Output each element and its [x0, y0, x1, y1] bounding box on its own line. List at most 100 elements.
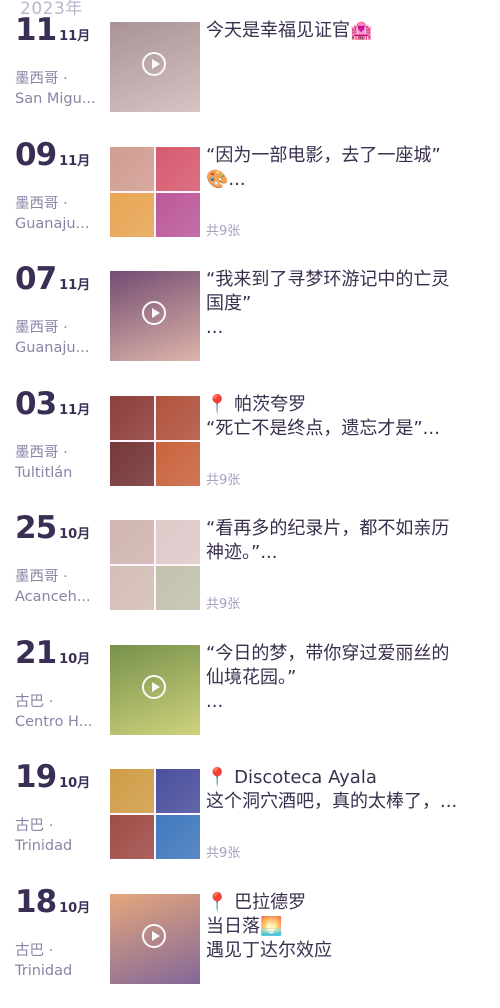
photo-cell[interactable] — [110, 396, 154, 440]
timeline-entry[interactable]: 2510月墨西哥 ·Acanceh... “看再多的纪录片，都不如亲历神迹。”..… — [0, 510, 500, 635]
location-country: 墨西哥 · — [15, 318, 103, 338]
photo-grid — [110, 520, 200, 610]
photo-grid-thumbnail[interactable] — [110, 147, 200, 237]
location-city: Trinidad — [15, 836, 103, 856]
photo-cell[interactable] — [156, 442, 200, 486]
play-icon[interactable] — [142, 924, 166, 948]
location-city: Tultitlán — [15, 463, 103, 483]
entry-date: 1810月 — [15, 884, 90, 920]
entry-date: 0311月 — [15, 386, 90, 422]
caption-line: ... — [206, 316, 491, 340]
entry-day: 25 — [15, 510, 56, 546]
entry-caption[interactable]: “因为一部电影，去了一座城”🎨... — [206, 144, 491, 192]
location-city: Trinidad — [15, 961, 103, 981]
timeline-entry[interactable]: 1111月墨西哥 ·San Migu... 今天是幸福见证官🏩 — [0, 12, 500, 137]
photo-cell[interactable] — [110, 769, 154, 813]
video-thumbnail[interactable] — [110, 894, 200, 984]
entry-month: 11月 — [59, 399, 90, 418]
photo-cell[interactable] — [156, 520, 200, 564]
photo-cell[interactable] — [110, 193, 154, 237]
photo-cell[interactable] — [156, 566, 200, 610]
entry-location: 古巴 ·Trinidad — [15, 941, 103, 981]
play-icon[interactable] — [142, 52, 166, 76]
timeline-entry[interactable]: 1810月古巴 ·Trinidad 📍 巴拉德罗当日落🌅遇见丁达尔效应 — [0, 884, 500, 1008]
entry-date: 2510月 — [15, 510, 90, 546]
play-icon[interactable] — [142, 301, 166, 325]
entry-date: 1910月 — [15, 759, 90, 795]
location-city: San Migu... — [15, 89, 103, 109]
photo-cell[interactable] — [156, 815, 200, 859]
entry-day: 03 — [15, 386, 56, 422]
location-country: 古巴 · — [15, 816, 103, 836]
caption-line: “看再多的纪录片，都不如亲历 — [206, 517, 491, 541]
entry-day: 11 — [15, 12, 56, 48]
caption-line: ... — [206, 690, 491, 714]
timeline-entry[interactable]: 0911月墨西哥 ·Guanaju... “因为一部电影，去了一座城”🎨... 共9… — [0, 137, 500, 262]
photo-grid-thumbnail[interactable] — [110, 396, 200, 486]
entry-day: 09 — [15, 137, 56, 173]
photo-cell[interactable] — [156, 147, 200, 191]
timeline-entry[interactable]: 0711月墨西哥 ·Guanaju... “我来到了寻梦环游记中的亡灵国度”... — [0, 261, 500, 386]
entry-location: 墨西哥 ·Acanceh... — [15, 567, 103, 607]
photo-grid-thumbnail[interactable] — [110, 520, 200, 610]
entry-caption[interactable]: 今天是幸福见证官🏩 — [206, 19, 491, 43]
entry-month: 11月 — [59, 274, 90, 293]
timeline-feed: 1111月墨西哥 ·San Migu...今天是幸福见证官🏩0911月墨西哥 ·… — [0, 12, 500, 1008]
caption-line: “死亡不是终点，遗忘才是”... — [206, 417, 491, 441]
play-icon[interactable] — [142, 675, 166, 699]
entry-caption[interactable]: 📍 帕茨夸罗“死亡不是终点，遗忘才是”... — [206, 393, 491, 441]
caption-line: “今日的梦，带你穿过爱丽丝的 — [206, 642, 491, 666]
entry-date: 1111月 — [15, 12, 90, 48]
entry-date: 0711月 — [15, 261, 90, 297]
timeline-entry[interactable]: 1910月古巴 ·Trinidad 📍 Discoteca Ayala这个洞穴酒吧… — [0, 759, 500, 884]
photo-count: 共9张 — [206, 220, 240, 239]
entry-date: 0911月 — [15, 137, 90, 173]
video-thumbnail[interactable] — [110, 645, 200, 735]
photo-cell[interactable] — [110, 520, 154, 564]
entry-location: 墨西哥 ·San Migu... — [15, 69, 103, 109]
photo-grid — [110, 769, 200, 859]
photo-cell[interactable] — [110, 566, 154, 610]
caption-line: 仙境花园。” — [206, 666, 491, 690]
photo-grid-thumbnail[interactable] — [110, 769, 200, 859]
entry-location: 墨西哥 ·Guanaju... — [15, 194, 103, 234]
entry-caption[interactable]: “今日的梦，带你穿过爱丽丝的仙境花园。”... — [206, 642, 491, 714]
timeline-entry[interactable]: 2110月古巴 ·Centro H... “今日的梦，带你穿过爱丽丝的仙境花园。”… — [0, 635, 500, 760]
entry-month: 10月 — [59, 772, 90, 791]
entry-date: 2110月 — [15, 635, 90, 671]
entry-day: 21 — [15, 635, 56, 671]
photo-cell[interactable] — [110, 442, 154, 486]
entry-month: 11月 — [59, 25, 90, 44]
entry-caption[interactable]: “我来到了寻梦环游记中的亡灵国度”... — [206, 268, 491, 340]
entry-caption[interactable]: “看再多的纪录片，都不如亲历神迹。”... — [206, 517, 491, 565]
entry-caption[interactable]: 📍 Discoteca Ayala这个洞穴酒吧，真的太棒了，... — [206, 766, 491, 814]
caption-line: “因为一部电影，去了一座城” — [206, 144, 491, 168]
video-thumbnail[interactable] — [110, 271, 200, 361]
location-country: 墨西哥 · — [15, 194, 103, 214]
photo-grid — [110, 396, 200, 486]
entry-location: 古巴 ·Trinidad — [15, 816, 103, 856]
photo-cell[interactable] — [110, 815, 154, 859]
location-city: Guanaju... — [15, 214, 103, 234]
location-country: 墨西哥 · — [15, 443, 103, 463]
timeline-entry[interactable]: 0311月墨西哥 ·Tultitlán 📍 帕茨夸罗“死亡不是终点，遗忘才是”..… — [0, 386, 500, 511]
caption-line: 🎨... — [206, 168, 491, 192]
caption-line: 遇见丁达尔效应 — [206, 939, 491, 963]
entry-day: 07 — [15, 261, 56, 297]
entry-caption[interactable]: 📍 巴拉德罗当日落🌅遇见丁达尔效应 — [206, 891, 491, 963]
photo-cell[interactable] — [156, 396, 200, 440]
entry-location: 墨西哥 ·Guanaju... — [15, 318, 103, 358]
caption-line: 当日落🌅 — [206, 915, 491, 939]
caption-line: “我来到了寻梦环游记中的亡灵 — [206, 268, 491, 292]
caption-line: 📍 巴拉德罗 — [206, 891, 491, 915]
caption-line: 今天是幸福见证官🏩 — [206, 19, 491, 43]
video-thumbnail[interactable] — [110, 22, 200, 112]
caption-line: 这个洞穴酒吧，真的太棒了，... — [206, 790, 491, 814]
photo-cell[interactable] — [156, 193, 200, 237]
photo-cell[interactable] — [156, 769, 200, 813]
location-country: 古巴 · — [15, 941, 103, 961]
entry-location: 古巴 ·Centro H... — [15, 692, 103, 732]
photo-count: 共9张 — [206, 593, 240, 612]
photo-count: 共9张 — [206, 842, 240, 861]
photo-cell[interactable] — [110, 147, 154, 191]
